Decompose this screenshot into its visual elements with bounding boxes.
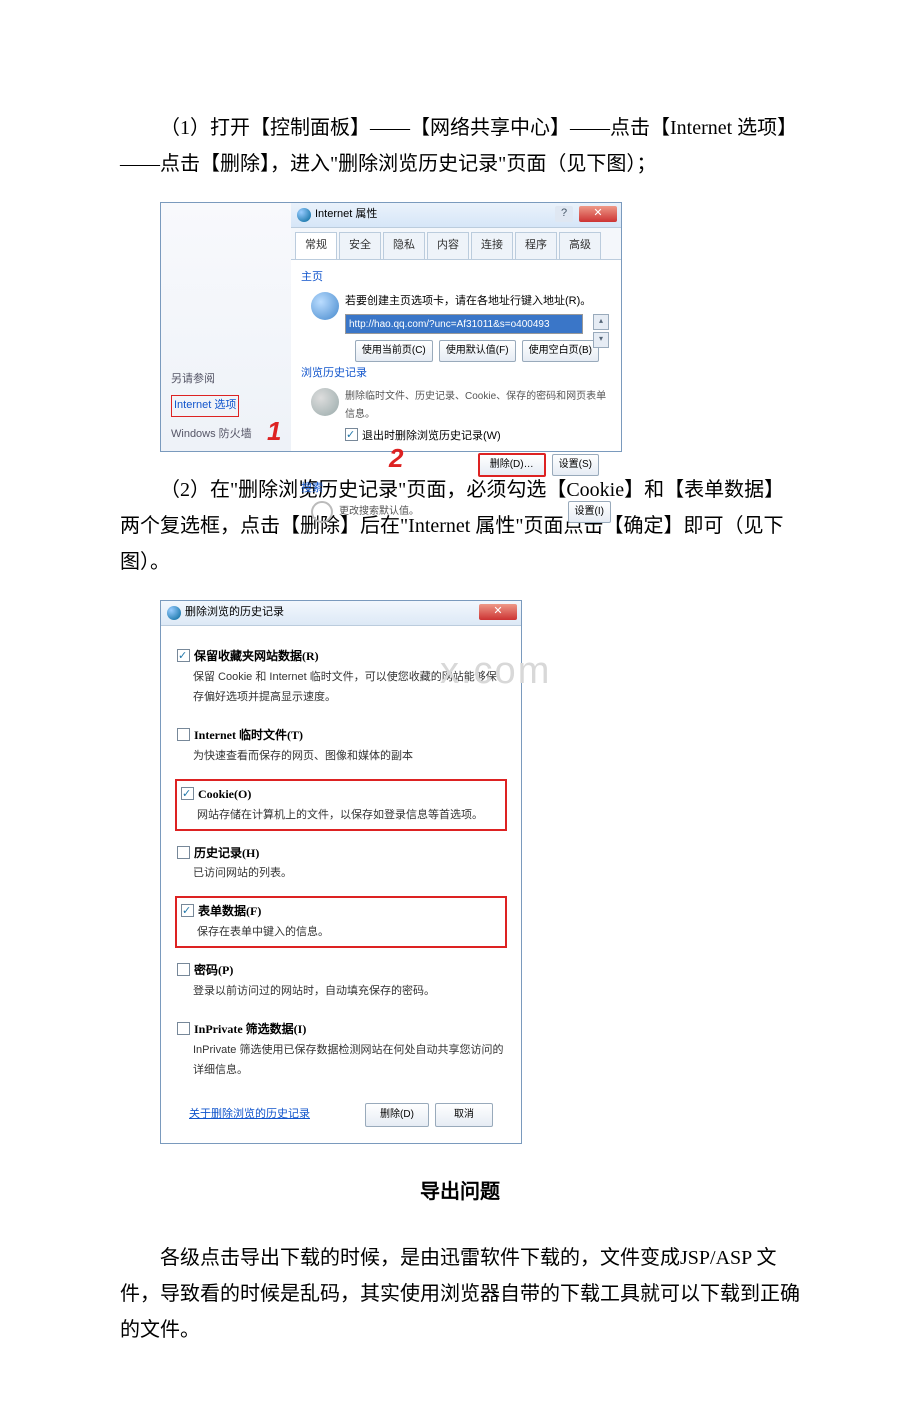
- side-firewall: Windows 防火墙: [171, 425, 252, 445]
- chk-pwd[interactable]: [177, 963, 190, 976]
- opt3-d: 网站存储在计算机上的文件，以保存如登录信息等首选项。: [197, 806, 501, 826]
- opt4-t: 历史记录(H): [194, 846, 259, 860]
- btn-settings-2[interactable]: 设置(I): [568, 501, 611, 523]
- dlg1-title: Internet 属性: [315, 205, 377, 225]
- btn-settings[interactable]: 设置(S): [552, 454, 599, 476]
- marker-1: 1: [267, 416, 281, 447]
- tab-prog[interactable]: 程序: [515, 232, 557, 259]
- opt7-t: InPrivate 筛选数据(I): [194, 1022, 306, 1036]
- btn-cur[interactable]: 使用当前页(C): [355, 340, 433, 362]
- home-text: 若要创建主页选项卡，请在各地址行键入地址(R)。: [345, 292, 611, 312]
- scroll-down-icon[interactable]: ▾: [593, 332, 609, 348]
- screenshot-2: x.com 删除浏览的历史记录 ✕ 保留收藏夹网站数据(R)保留 Cookie …: [160, 600, 800, 1144]
- tab-general[interactable]: 常规: [295, 232, 337, 259]
- chk-temp[interactable]: [177, 728, 190, 741]
- opt6-t: 密码(P): [194, 963, 233, 977]
- opt3-t: Cookie(O): [198, 787, 251, 801]
- chk-exit-label: 退出时删除浏览历史记录(W): [362, 430, 501, 442]
- screenshot-1: 另请参阅 Internet 选项 1 Windows 防火墙 Internet …: [160, 202, 800, 452]
- chk-form[interactable]: [181, 904, 194, 917]
- help-icon[interactable]: ?: [555, 206, 573, 222]
- chk-history[interactable]: [177, 846, 190, 859]
- marker-2: 2: [389, 443, 403, 474]
- para-3: 各级点击导出下载的时候，是由迅雷软件下载的，文件变成JSP/ASP 文件，导致看…: [120, 1240, 800, 1348]
- chk-exit-del[interactable]: [345, 428, 358, 441]
- side-ref: 另请参阅: [171, 370, 252, 390]
- opt1-t: 保留收藏夹网站数据(R): [194, 649, 319, 663]
- btn-del2[interactable]: 删除(D): [365, 1103, 429, 1127]
- chk-cookie[interactable]: [181, 787, 194, 800]
- opt1-d: 保留 Cookie 和 Internet 临时文件，可以使您收藏的网站能够保存偏…: [193, 668, 505, 708]
- search-icon: [311, 501, 333, 523]
- earth-icon-2: [167, 606, 181, 620]
- chk-fav[interactable]: [177, 649, 190, 662]
- sec-hist: 浏览历史记录: [301, 364, 611, 384]
- btn-def[interactable]: 使用默认值(F): [439, 340, 516, 362]
- opt6-d: 登录以前访问过的网站时，自动填充保存的密码。: [193, 982, 505, 1002]
- close-icon-2[interactable]: ✕: [479, 604, 517, 620]
- tab-conn[interactable]: 连接: [471, 232, 513, 259]
- tab-security[interactable]: 安全: [339, 232, 381, 259]
- tab-content[interactable]: 内容: [427, 232, 469, 259]
- sec-search: 搜索: [301, 479, 611, 499]
- opt2-d: 为快速查看而保存的网页、图像和媒体的副本: [193, 747, 505, 767]
- scroll-up-icon[interactable]: ▴: [593, 314, 609, 330]
- opt4-d: 已访问网站的列表。: [193, 864, 505, 884]
- tabs: 常规 安全 隐私 内容 连接 程序 高级: [291, 228, 621, 260]
- earth-icon: [297, 208, 311, 222]
- sec-home: 主页: [301, 268, 611, 288]
- btn-blank[interactable]: 使用空白页(B): [522, 340, 599, 362]
- hist-text: 删除临时文件、历史记录、Cookie、保存的密码和网页表单信息。: [345, 388, 611, 424]
- about-link[interactable]: 关于删除浏览的历史记录: [189, 1105, 310, 1125]
- opt5-d: 保存在表单中键入的信息。: [197, 923, 501, 943]
- tab-adv[interactable]: 高级: [559, 232, 601, 259]
- url-input[interactable]: http://hao.qq.com/?unc=Af31011&s=o400493: [345, 314, 583, 334]
- dlg2-title: 删除浏览的历史记录: [185, 603, 284, 623]
- home-icon: [311, 292, 339, 320]
- tab-privacy[interactable]: 隐私: [383, 232, 425, 259]
- btn-delete[interactable]: 删除(D)…: [478, 453, 546, 477]
- close-icon[interactable]: ✕: [579, 206, 617, 222]
- search-text: 更改搜索默认值。: [339, 503, 565, 521]
- section-title: 导出问题: [120, 1174, 800, 1210]
- opt7-d: InPrivate 筛选使用已保存数据检测网站在何处自动共享您访问的详细信息。: [193, 1041, 505, 1081]
- btn-cancel[interactable]: 取消: [435, 1103, 493, 1127]
- side-internet-options[interactable]: Internet 选项: [171, 395, 239, 417]
- opt5-t: 表单数据(F): [198, 904, 261, 918]
- hist-icon: [311, 388, 339, 416]
- titlebar-1: Internet 属性 ? ✕: [291, 203, 621, 228]
- para-1: （1）打开【控制面板】——【网络共享中心】——点击【Internet 选项】——…: [120, 110, 800, 182]
- chk-inprivate[interactable]: [177, 1022, 190, 1035]
- opt2-t: Internet 临时文件(T): [194, 728, 303, 742]
